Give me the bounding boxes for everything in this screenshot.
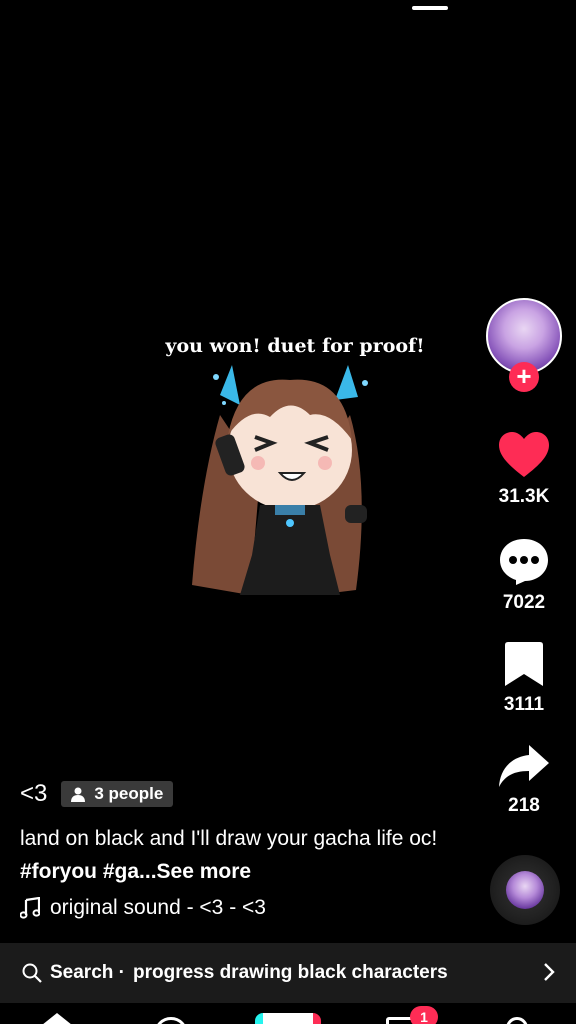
- plus-icon: +: [516, 361, 532, 391]
- home-indicator: [412, 6, 448, 10]
- heart-icon: [499, 432, 549, 477]
- follow-button[interactable]: +: [509, 362, 539, 392]
- bookmark-button[interactable]: 3111: [488, 640, 560, 716]
- comment-button[interactable]: 7022: [488, 536, 560, 614]
- search-query: progress drawing black characters: [132, 962, 448, 983]
- gacha-character-image: [192, 365, 368, 595]
- related-search-bar[interactable]: Search · progress drawing black characte…: [0, 943, 576, 1003]
- bookmark-icon: [505, 642, 543, 686]
- sound-label: original sound - <3 - <3: [50, 896, 266, 919]
- music-note-icon: [20, 897, 40, 919]
- music-disc[interactable]: [490, 855, 560, 925]
- search-label: Search ·: [50, 962, 125, 983]
- create-button[interactable]: [255, 1013, 321, 1024]
- people-tag-label: 3 people: [94, 784, 164, 803]
- like-count: 31.3K: [498, 486, 550, 507]
- share-button[interactable]: 218: [488, 743, 560, 817]
- video-overlay-text: you won! duet for proof!: [165, 335, 425, 357]
- share-icon: [499, 745, 549, 787]
- bookmark-count: 3111: [503, 694, 545, 715]
- description-text: land on black and I'll draw your gacha l…: [20, 827, 438, 850]
- search-icon: [22, 963, 42, 983]
- profile-tab-icon[interactable]: [506, 1017, 528, 1024]
- post-description: land on black and I'll draw your gacha l…: [20, 822, 440, 888]
- people-tag-badge[interactable]: 3 people: [61, 781, 174, 807]
- music-disc-cover: [506, 871, 544, 909]
- author-name[interactable]: <3: [20, 780, 47, 808]
- share-count: 218: [508, 795, 540, 816]
- like-button[interactable]: 31.3K: [488, 430, 560, 508]
- comment-count: 7022: [502, 592, 546, 613]
- bottom-tab-bar: [0, 1003, 576, 1024]
- author-row: <3 3 people: [20, 780, 174, 808]
- comment-icon: [500, 539, 548, 585]
- home-tab-icon[interactable]: [42, 1013, 72, 1024]
- discover-tab-icon[interactable]: [154, 1017, 188, 1024]
- description-hashtags[interactable]: #foryou #ga...: [20, 860, 157, 883]
- creator-avatar[interactable]: +: [486, 298, 562, 392]
- person-icon: [71, 787, 86, 802]
- inbox-badge: 1: [410, 1006, 438, 1024]
- chevron-right-icon: [544, 963, 555, 981]
- sound-row[interactable]: original sound - <3 - <3: [20, 896, 266, 920]
- see-more-link[interactable]: See more: [157, 860, 252, 883]
